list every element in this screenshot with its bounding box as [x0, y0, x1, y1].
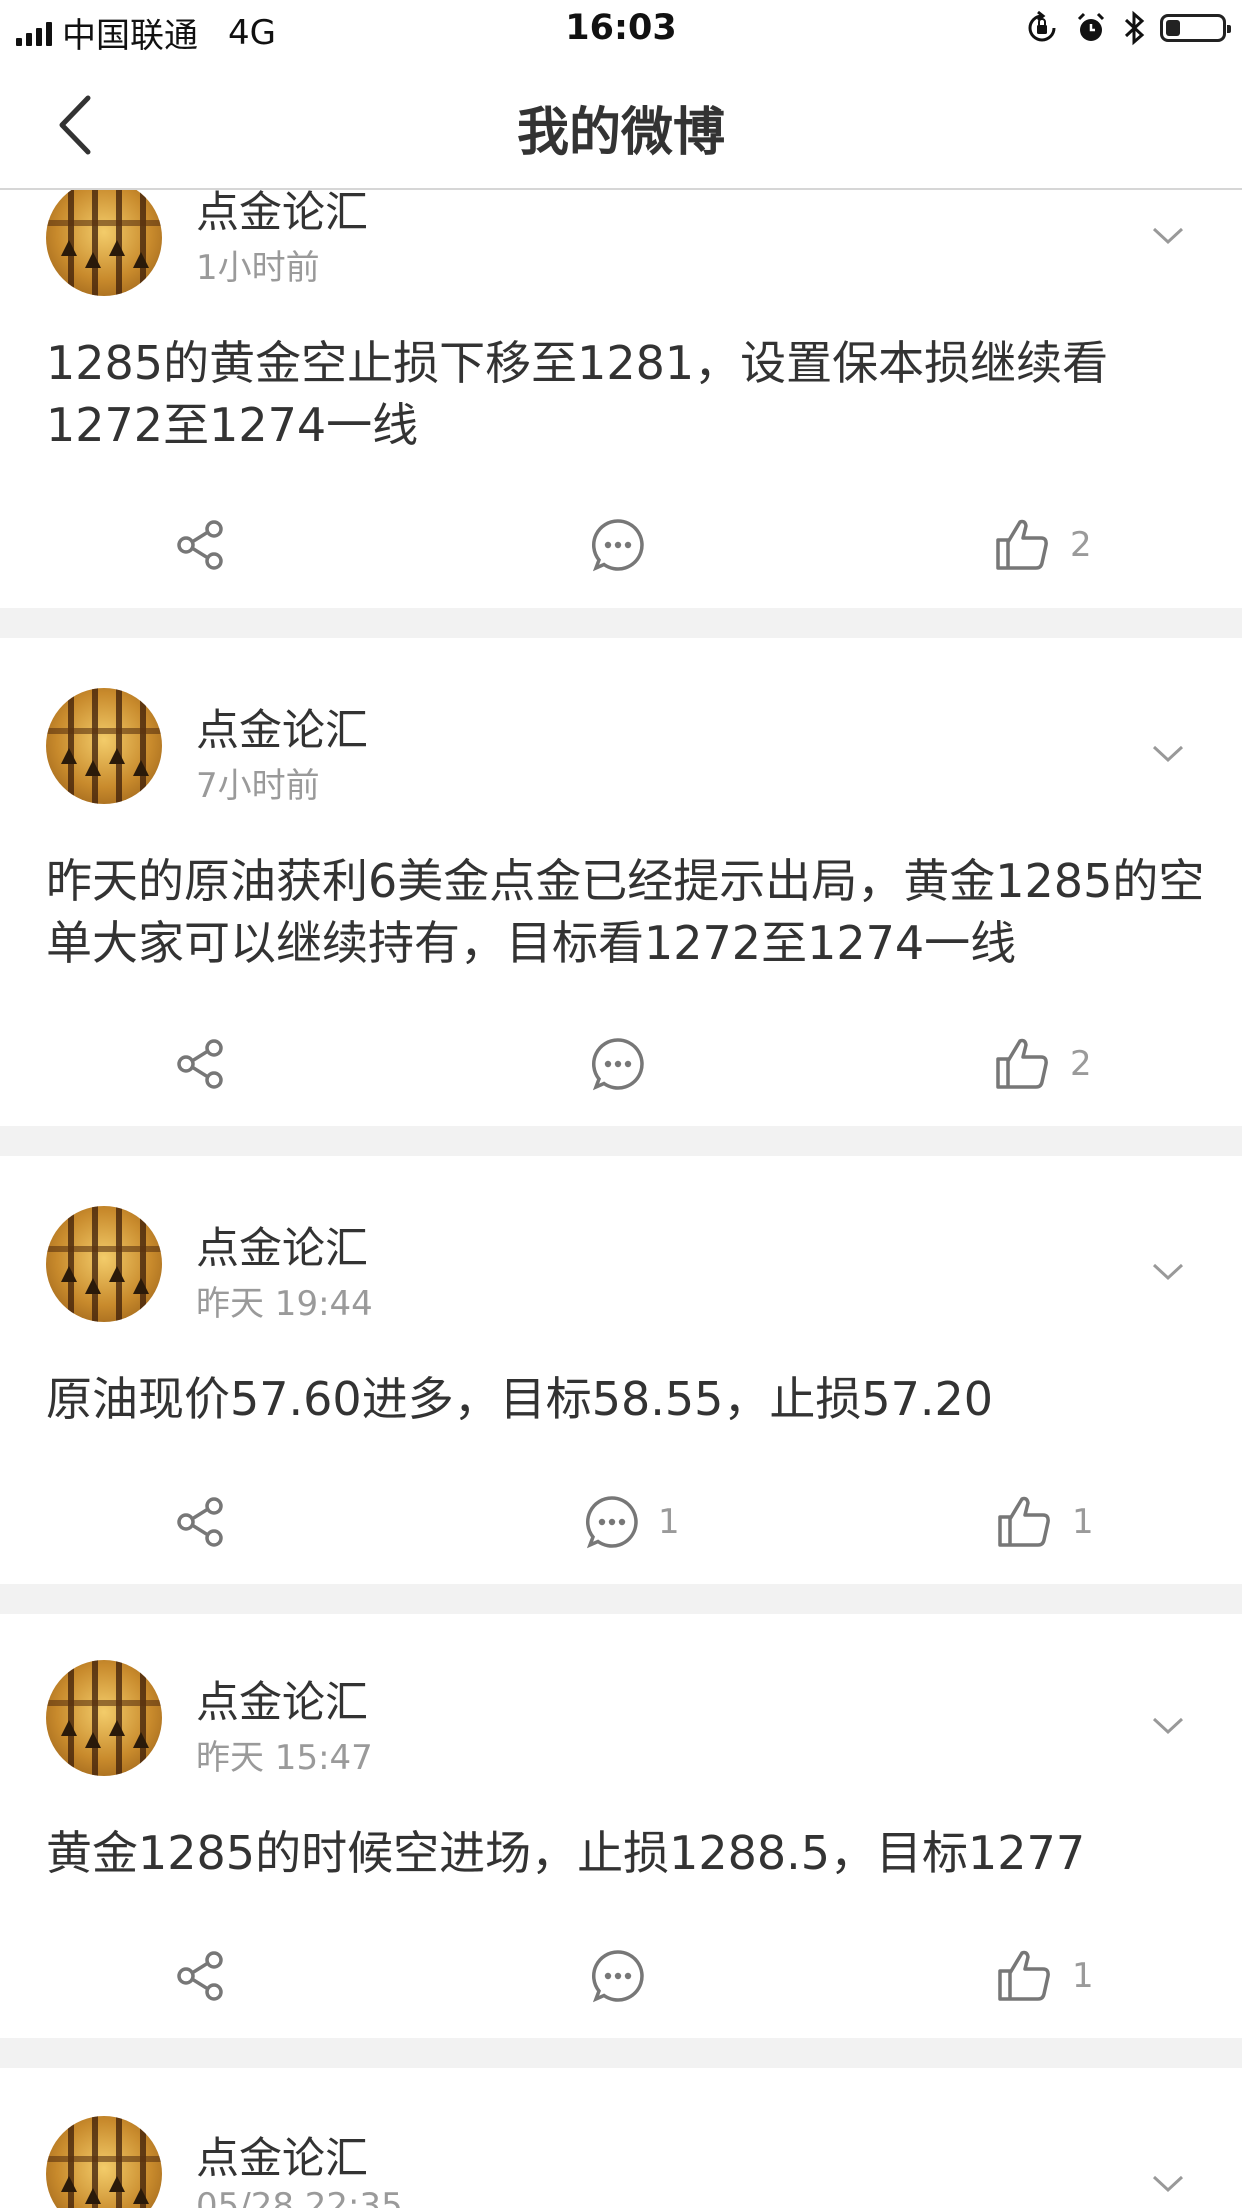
share-button[interactable] [172, 505, 228, 585]
share-icon [177, 520, 223, 570]
share-icon [177, 1039, 223, 1089]
author-name[interactable]: 点金论汇 [196, 1214, 368, 1276]
avatar[interactable] [46, 688, 162, 804]
avatar[interactable] [46, 1660, 162, 1776]
chevron-down-icon[interactable] [1148, 220, 1188, 250]
like-count: 1 [1072, 1956, 1094, 1996]
status-bar: 中国联通 4G 16:03 [0, 0, 1242, 60]
comment-count: 1 [658, 1502, 680, 1542]
comment-button[interactable] [590, 1024, 664, 1104]
comment-button[interactable] [590, 1936, 664, 2016]
thumbs-up-icon [998, 1496, 1050, 1547]
battery-icon [1160, 14, 1231, 42]
navigation-bar: 我的微博 [0, 60, 1242, 190]
comment-icon [591, 1950, 644, 2003]
page-title: 我的微博 [516, 103, 725, 163]
status-right [1024, 10, 1231, 46]
post-time: 1小时前 [196, 248, 320, 288]
author-name[interactable]: 点金论汇 [196, 2124, 368, 2186]
share-button[interactable] [172, 1024, 228, 1104]
post-time: 05/28 22:35 [196, 2186, 403, 2208]
action-bar: 1 1 [0, 1482, 1242, 1562]
chevron-down-icon[interactable] [1148, 2168, 1188, 2198]
post-card: 点金论汇 昨天 19:44 原油现价57.60进多，目标58.55，止损57.2… [0, 1156, 1242, 1584]
comment-icon [591, 1038, 644, 1091]
post-content: 1285的黄金空止损下移至1281，设置保本损继续看1272至1274一线 [46, 336, 1109, 452]
avatar[interactable] [46, 1206, 162, 1322]
post-content: 黄金1285的时候空进场，止损1288.5，目标1277 [46, 1826, 1086, 1880]
comment-button[interactable] [590, 505, 664, 585]
share-button[interactable] [172, 1936, 228, 2016]
comment-icon [585, 1496, 638, 1549]
alarm-icon [1077, 12, 1105, 41]
chevron-down-icon[interactable] [1148, 1710, 1188, 1740]
action-bar: 2 [0, 1024, 1242, 1104]
share-icon [177, 1497, 223, 1547]
thumbs-up-icon [996, 519, 1048, 570]
post-time: 昨天 15:47 [196, 1738, 373, 1778]
post-card: 点金论汇 1小时前 1285的黄金空止损下移至1281，设置保本损继续看1272… [0, 150, 1242, 608]
comment-button[interactable]: 1 [584, 1482, 680, 1562]
like-button[interactable]: 1 [996, 1482, 1094, 1562]
like-count: 2 [1070, 525, 1092, 565]
author-name[interactable]: 点金论汇 [196, 696, 368, 758]
chevron-down-icon[interactable] [1148, 1256, 1188, 1286]
post-card: 点金论汇 昨天 15:47 黄金1285的时候空进场，止损1288.5，目标12… [0, 1614, 1242, 2038]
share-button[interactable] [172, 1482, 228, 1562]
thumbs-up-icon [998, 1950, 1050, 2001]
action-bar: 1 [0, 1936, 1242, 2016]
like-count: 1 [1072, 1502, 1094, 1542]
like-button[interactable]: 2 [994, 505, 1092, 585]
like-button[interactable]: 2 [994, 1024, 1092, 1104]
post-content: 昨天的原油获利6美金点金已经提示出局，黄金1285的空单大家可以继续持有，目标看… [46, 854, 1205, 970]
like-count: 2 [1070, 1044, 1092, 1084]
post-content: 原油现价57.60进多，目标58.55，止损57.20 [46, 1372, 994, 1426]
chevron-down-icon[interactable] [1148, 738, 1188, 768]
share-icon [177, 1951, 223, 2001]
battery-level [1166, 20, 1180, 36]
avatar[interactable] [46, 180, 162, 296]
author-name[interactable]: 点金论汇 [196, 1668, 368, 1730]
thumbs-up-icon [996, 1038, 1048, 1089]
post-time: 昨天 19:44 [196, 1284, 373, 1324]
orientation-lock-icon [1028, 10, 1056, 42]
avatar[interactable] [46, 2116, 162, 2208]
comment-icon [591, 519, 644, 572]
post-time: 7小时前 [196, 766, 320, 806]
like-button[interactable]: 1 [996, 1936, 1094, 2016]
post-card: 点金论汇 7小时前 昨天的原油获利6美金点金已经提示出局，黄金1285的空单大家… [0, 638, 1242, 1126]
bluetooth-icon [1124, 10, 1145, 46]
action-bar: 2 [0, 505, 1242, 585]
post-card: 点金论汇 05/28 22:35 [0, 2068, 1242, 2208]
